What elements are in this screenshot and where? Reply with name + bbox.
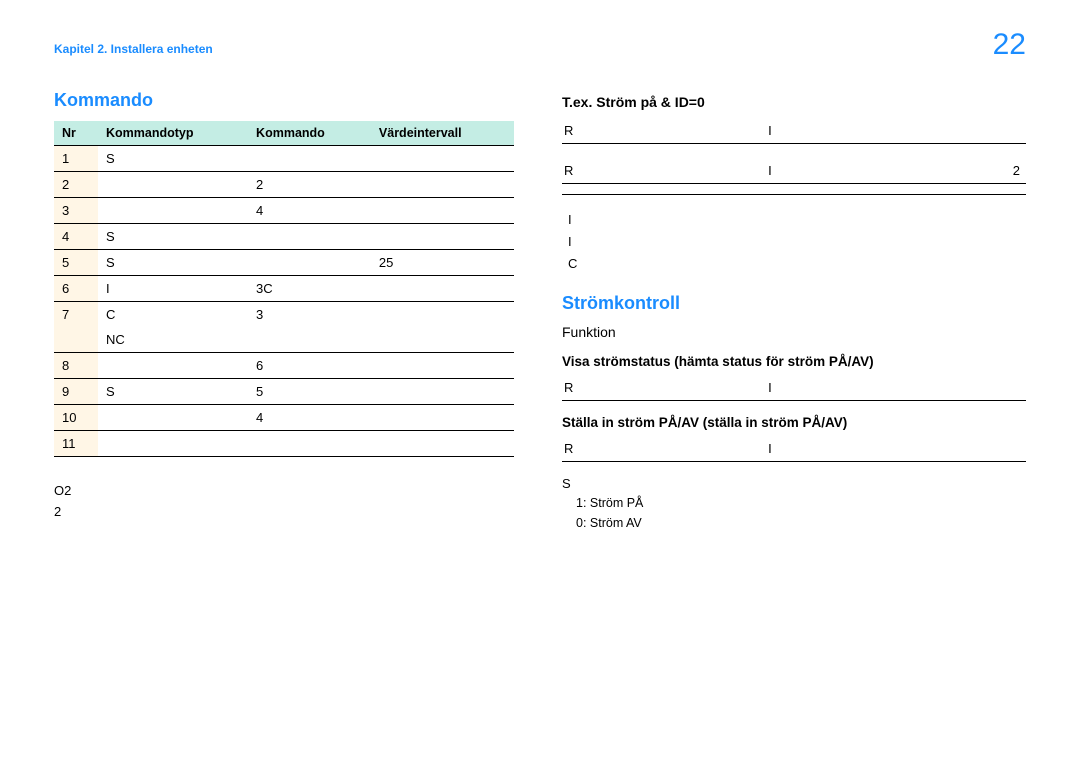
table-row: 1S [54,146,514,172]
col-cmd: Kommando [248,121,371,146]
s-label: S [562,476,1026,491]
list-item: I [568,209,1026,231]
footnote-line: O2 [54,481,514,502]
table-row: 34 [54,198,514,224]
stalla-line: Ställa in ström PÅ/AV (ställa in ström P… [562,415,1026,430]
s-item: 0: Ström AV [576,513,1026,533]
section-kommando: Kommando [54,90,514,111]
col-range: Värdeintervall [371,121,514,146]
page-number: 22 [993,28,1026,62]
table-row: 5S25 [54,250,514,276]
footnote-line: 2 [54,502,514,523]
s-block: S 1: Ström PÅ 0: Ström AV [562,476,1026,533]
breadcrumb: Kapitel 2. Installera enheten [54,42,213,56]
col-nr: Nr [54,121,98,146]
table-row: 104 [54,405,514,431]
list-item: I [568,231,1026,253]
kv-table-4: RI [562,436,1026,462]
list-item: C [568,253,1026,275]
example-title: T.ex. Ström på & ID=0 [562,94,1026,110]
table-row: 7C3 [54,302,514,328]
table-row: 9S5 [54,379,514,405]
table-row: 86 [54,353,514,379]
table-row: 6I3C [54,276,514,302]
kv-table-1: RI [562,118,1026,144]
table-row: NC [54,327,514,353]
table-row: 22 [54,172,514,198]
kv-table-2: RI2 [562,158,1026,195]
table-row: 4S [54,224,514,250]
function-label: Funktion [562,324,1026,340]
section-stromkontroll: Strömkontroll [562,293,1026,314]
col-typ: Kommandotyp [98,121,248,146]
kv-table-3: RI [562,375,1026,401]
table-row: 11 [54,431,514,457]
command-table: Nr Kommandotyp Kommando Värdeintervall 1… [54,121,514,457]
list-block: I I C [562,209,1026,275]
footnote: O2 2 [54,481,514,523]
visa-line: Visa strömstatus (hämta status för ström… [562,354,1026,369]
s-item: 1: Ström PÅ [576,493,1026,513]
